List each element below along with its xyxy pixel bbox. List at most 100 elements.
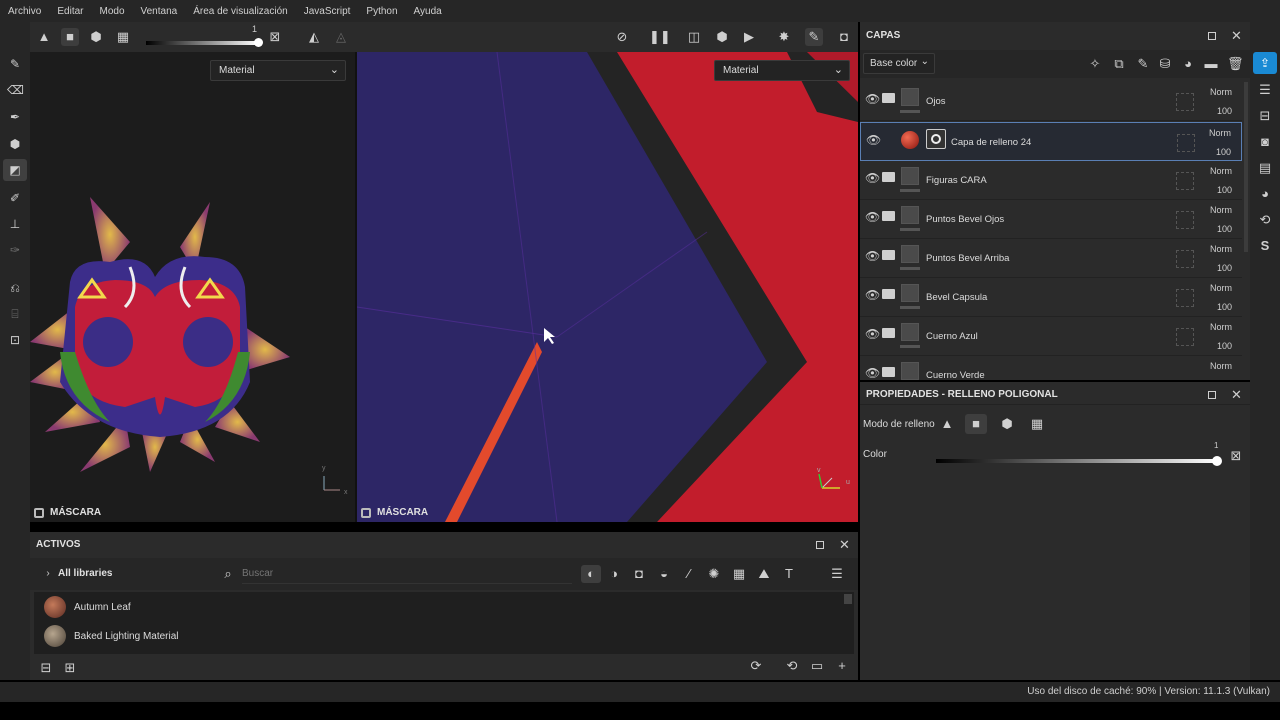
- eye-icon[interactable]: 👁: [865, 327, 881, 341]
- layer-opacity[interactable]: 100: [1217, 185, 1232, 195]
- triangle-fill-icon[interactable]: ▲: [939, 416, 955, 432]
- properties-icon[interactable]: ▤: [1257, 160, 1273, 176]
- projection-icon[interactable]: ✒: [7, 109, 23, 125]
- add-effect-icon[interactable]: ✧: [1087, 56, 1103, 72]
- scrollbar[interactable]: [1244, 82, 1248, 252]
- menu-ayuda[interactable]: Ayuda: [414, 6, 442, 17]
- eye-icon[interactable]: 👁: [865, 249, 881, 263]
- color-picker-icon[interactable]: ⊠: [266, 28, 284, 46]
- list-item[interactable]: Baked Lighting Material: [44, 623, 179, 649]
- history-icon[interactable]: ⟲: [784, 658, 800, 674]
- add-folder-icon[interactable]: ▬: [1203, 56, 1219, 72]
- add-paint-layer-icon[interactable]: ✎: [1135, 56, 1151, 72]
- layer-row-figuras-cara[interactable]: 👁 Figuras CARA Norm 100: [860, 161, 1242, 200]
- mask-checkbox-icon[interactable]: [34, 507, 44, 518]
- geometry-fill-icon[interactable]: ⬢: [7, 136, 23, 152]
- layer-opacity[interactable]: 100: [1216, 147, 1231, 157]
- channel-select[interactable]: Base color ⌄: [863, 53, 935, 74]
- screenshot-camera-icon[interactable]: ◘: [835, 28, 853, 46]
- uv-chunk-fill-icon[interactable]: ▦: [114, 28, 132, 46]
- pause-icon[interactable]: ❚❚: [649, 28, 671, 46]
- material-select-2d[interactable]: Material ⌄: [714, 60, 850, 81]
- layer-row-capa-relleno-24[interactable]: 👁 Capa de relleno 24 Norm 100: [860, 122, 1242, 161]
- mask-checkbox-icon[interactable]: [361, 507, 371, 518]
- split-view-icon[interactable]: ◫: [685, 28, 703, 46]
- refresh-icon[interactable]: ⟳: [748, 658, 764, 674]
- camera-icon[interactable]: ▶: [740, 28, 758, 46]
- color-picker-icon[interactable]: ✑: [7, 242, 23, 258]
- brushes-filter-icon[interactable]: ⁄: [681, 566, 697, 582]
- layer-row-bevel-capsula[interactable]: 👁 Bevel Capsula Norm 100: [860, 278, 1242, 317]
- text-filter-icon[interactable]: T: [781, 566, 797, 582]
- anchor-icon[interactable]: ⊡: [7, 332, 23, 348]
- color-slider-knob[interactable]: [1212, 456, 1222, 466]
- layers-panel-icon[interactable]: ☰: [1257, 82, 1273, 98]
- add-mask-icon[interactable]: ⧉: [1111, 56, 1127, 72]
- layer-blend-mode[interactable]: Norm: [1210, 205, 1232, 215]
- eye-icon[interactable]: 👁: [865, 171, 881, 185]
- layer-opacity[interactable]: 100: [1217, 106, 1232, 116]
- menu-modo[interactable]: Modo: [99, 6, 124, 17]
- layer-row-cuerno-verde[interactable]: 👁 Cuerno Verde Norm: [860, 356, 1242, 380]
- paint-mode-icon[interactable]: ✎: [805, 28, 823, 46]
- particles-filter-icon[interactable]: ✺: [706, 566, 722, 582]
- add-folder-icon[interactable]: ⊟: [38, 660, 54, 676]
- layer-blend-mode[interactable]: Norm: [1210, 87, 1232, 97]
- assets-search-input[interactable]: [242, 564, 572, 584]
- menu-ventana[interactable]: Ventana: [141, 6, 178, 17]
- layer-row-puntos-bevel-ojos[interactable]: 👁 Puntos Bevel Ojos Norm 100: [860, 200, 1242, 239]
- triangle-fill-icon[interactable]: ▲: [35, 28, 53, 46]
- popout-icon[interactable]: [1208, 32, 1216, 40]
- layer-row-puntos-bevel-arriba[interactable]: 👁 Puntos Bevel Arriba Norm 100: [860, 239, 1242, 278]
- popout-icon[interactable]: [816, 541, 824, 549]
- smart-material-icon[interactable]: ◕: [1180, 56, 1196, 72]
- symmetry-icon[interactable]: ◭: [305, 28, 323, 46]
- clone-stamp-icon[interactable]: ⊥: [7, 216, 23, 232]
- layer-blend-mode[interactable]: Norm: [1210, 244, 1232, 254]
- paint-brush-icon[interactable]: ✎: [7, 56, 23, 72]
- smart-materials-filter-icon[interactable]: ◑: [606, 566, 622, 582]
- add-icon[interactable]: +: [834, 658, 850, 674]
- smudge-icon[interactable]: ✐: [7, 190, 23, 206]
- list-view-icon[interactable]: ☰: [829, 566, 845, 582]
- layer-blend-mode[interactable]: Norm: [1209, 128, 1231, 138]
- history-icon[interactable]: ⟲: [1257, 212, 1273, 228]
- layer-blend-mode[interactable]: Norm: [1210, 322, 1232, 332]
- hide-icon[interactable]: ⊘: [613, 28, 631, 46]
- menu-python[interactable]: Python: [366, 6, 397, 17]
- masks-filter-icon[interactable]: ◘: [631, 566, 647, 582]
- add-fill-layer-icon[interactable]: ⛁: [1157, 56, 1173, 72]
- viewport-3d[interactable]: y x Material ⌄ MÁSCARA: [30, 52, 355, 522]
- color-slider[interactable]: [146, 41, 258, 45]
- popout-icon[interactable]: [1208, 391, 1216, 399]
- close-icon[interactable]: ✕: [1231, 28, 1242, 44]
- library-selector[interactable]: All libraries: [58, 568, 112, 579]
- sun-light-icon[interactable]: ✸: [775, 28, 793, 46]
- eye-icon[interactable]: 👁: [865, 92, 881, 106]
- textures-filter-icon[interactable]: ▦: [731, 566, 747, 582]
- eye-icon[interactable]: 👁: [866, 133, 882, 147]
- color-slider[interactable]: [936, 459, 1218, 463]
- shader-settings-icon[interactable]: ◕: [1257, 186, 1273, 202]
- import-icon[interactable]: ⊞: [62, 660, 78, 676]
- generators-filter-icon[interactable]: ◒: [656, 566, 672, 582]
- polygon-fill-mode-icon[interactable]: ■: [965, 414, 987, 434]
- export-icon[interactable]: ⇪: [1253, 52, 1277, 74]
- layer-row-cuerno-azul[interactable]: 👁 Cuerno Azul Norm 100: [860, 317, 1242, 356]
- scrollbar[interactable]: [844, 594, 852, 604]
- layer-blend-mode[interactable]: Norm: [1210, 283, 1232, 293]
- eraser-icon[interactable]: ⌫: [7, 82, 24, 98]
- layer-row-ojos[interactable]: 👁 Ojos Norm 100: [860, 82, 1242, 121]
- mesh-fill-icon[interactable]: ⬢: [999, 416, 1015, 432]
- delete-icon[interactable]: 🗑: [1227, 56, 1244, 72]
- close-icon[interactable]: ✕: [839, 537, 850, 553]
- polygon-fill-mode-icon[interactable]: ■: [61, 28, 79, 46]
- texture-set-icon[interactable]: ⊟: [1257, 108, 1273, 124]
- eye-icon[interactable]: 👁: [865, 210, 881, 224]
- eye-icon[interactable]: 👁: [865, 288, 881, 302]
- mesh-fill-icon[interactable]: ⬢: [87, 28, 105, 46]
- layer-blend-mode[interactable]: Norm: [1210, 166, 1232, 176]
- polygon-fill-icon[interactable]: ◩: [3, 159, 27, 181]
- materials-filter-icon[interactable]: ◐: [581, 565, 601, 583]
- menu-javascript[interactable]: JavaScript: [304, 6, 351, 17]
